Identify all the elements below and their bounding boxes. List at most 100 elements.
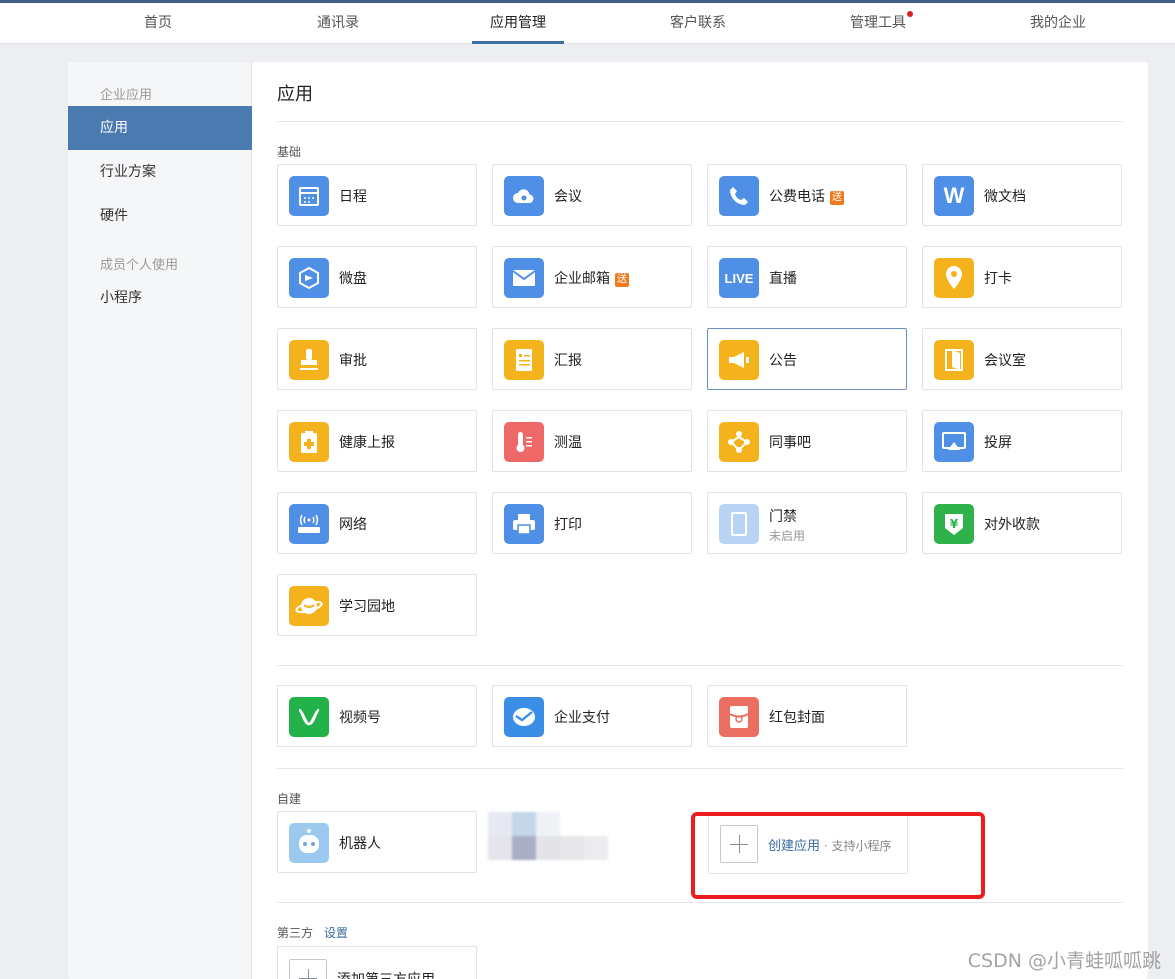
app-name: 打卡 [984,271,1012,287]
app-card[interactable]: 机器人 [277,811,477,873]
app-card[interactable]: 微盘 [277,246,477,308]
app-card[interactable]: 打印 [492,492,692,554]
section-label-third-party: 第三方 [277,926,314,940]
app-name: 企业邮箱送 [554,271,629,287]
app-card[interactable]: 红包封面 [707,685,907,747]
page-title: 应用 [277,84,313,105]
sidebar-group-enterprise-apps: 企业应用 [100,88,153,103]
app-card[interactable]: 日程 [277,164,477,226]
gift-badge: 送 [615,273,629,287]
plus-icon [289,959,327,979]
robot-icon [289,823,329,863]
app-name: 打印 [554,517,582,533]
app-name: 微文档 [984,189,1026,205]
app-status: 未启用 [769,529,806,543]
screen-cast-icon [934,422,974,462]
megaphone-icon [719,340,759,380]
app-name: 视频号 [339,710,381,726]
app-name: 公告 [769,353,797,369]
sidebar-group-personal-use: 成员个人使用 [100,258,179,273]
main-panel: 企业应用 应用 行业方案 硬件 成员个人使用 小程序 应用 基础 日程 会议 公费电… [68,62,1148,979]
door-icon [934,340,974,380]
third-party-settings-link[interactable]: 设置 [324,924,348,941]
app-card[interactable]: 学习园地 [277,574,477,636]
divider [277,902,1123,903]
gift-badge: 送 [830,191,844,205]
calendar-icon [289,176,329,216]
app-card[interactable]: 同事吧 [707,410,907,472]
app-name: 学习园地 [339,599,395,615]
drive-icon [289,258,329,298]
access-control-icon [719,504,759,544]
app-name: 健康上报 [339,435,395,451]
nav-customer-contact[interactable]: 客户联系 [638,3,758,44]
app-name: 测温 [554,435,582,451]
divider [277,665,1123,666]
app-name: 汇报 [554,353,582,369]
live-icon: LIVE [719,258,759,298]
pay-icon [504,697,544,737]
report-icon [504,340,544,380]
app-card[interactable]: ¥ 对外收款 [922,492,1122,554]
phone-icon [719,176,759,216]
sidebar-item-mini-programs[interactable]: 小程序 [68,276,252,320]
top-nav: 首页 通讯录 应用管理 客户联系 管理工具 我的企业 [0,0,1175,44]
nav-contacts[interactable]: 通讯录 [278,3,398,44]
location-pin-icon [934,258,974,298]
sidebar-item-hardware[interactable]: 硬件 [68,194,252,238]
yuan-shield-icon: ¥ [934,504,974,544]
app-card[interactable]: LIVE 直播 [707,246,907,308]
highlight-annotation-box [691,812,985,899]
blurred-app-placeholder [488,812,608,860]
nav-home[interactable]: 首页 [98,3,218,44]
w-doc-icon: W [934,176,974,216]
add-third-party-label: 添加第三方应用 [337,969,435,979]
app-name: 门禁 [769,509,797,525]
channels-icon [289,697,329,737]
watermark: CSDN @小青蛙呱呱跳 [967,950,1161,972]
app-card[interactable]: 健康上报 [277,410,477,472]
section-label-custom: 自建 [277,792,302,806]
app-name: 同事吧 [769,435,811,451]
add-third-party-app-button[interactable]: 添加第三方应用 [277,946,477,979]
health-report-icon [289,422,329,462]
app-name: 会议 [554,189,582,205]
printer-icon [504,504,544,544]
nav-my-enterprise[interactable]: 我的企业 [998,3,1118,44]
app-card[interactable]: 门禁 未启用 [707,492,907,554]
app-card[interactable]: 企业邮箱送 [492,246,692,308]
svg-text:¥: ¥ [950,517,959,531]
app-card[interactable]: 公费电话送 [707,164,907,226]
app-card[interactable]: 会议 [492,164,692,226]
app-card[interactable]: 企业支付 [492,685,692,747]
app-card[interactable]: 打卡 [922,246,1122,308]
app-name: 会议室 [984,353,1026,369]
app-name: 微盘 [339,271,367,287]
sidebar: 企业应用 应用 行业方案 硬件 成员个人使用 小程序 [68,62,252,979]
app-card[interactable]: 公告 [707,328,907,390]
notification-dot [907,11,913,17]
app-card[interactable]: 视频号 [277,685,477,747]
app-name: 日程 [339,189,367,205]
app-card[interactable]: 会议室 [922,328,1122,390]
nav-management-tools[interactable]: 管理工具 [818,3,938,44]
app-name: 公费电话送 [769,189,844,205]
app-card[interactable]: 汇报 [492,328,692,390]
app-card[interactable]: 投屏 [922,410,1122,472]
app-card[interactable]: 网络 [277,492,477,554]
sidebar-item-apps[interactable]: 应用 [68,106,252,150]
app-name: 直播 [769,271,797,287]
router-icon [289,504,329,544]
app-name: 网络 [339,517,367,533]
nav-app-management[interactable]: 应用管理 [458,3,578,44]
app-card[interactable]: 审批 [277,328,477,390]
app-card[interactable]: W 微文档 [922,164,1122,226]
app-card[interactable]: 测温 [492,410,692,472]
app-name: 企业支付 [554,710,610,726]
cloud-meeting-icon [504,176,544,216]
colleague-icon [719,422,759,462]
sidebar-item-industry-solutions[interactable]: 行业方案 [68,150,252,194]
section-label-basic: 基础 [277,145,302,159]
app-name: 对外收款 [984,517,1040,533]
app-name: 红包封面 [769,710,825,726]
